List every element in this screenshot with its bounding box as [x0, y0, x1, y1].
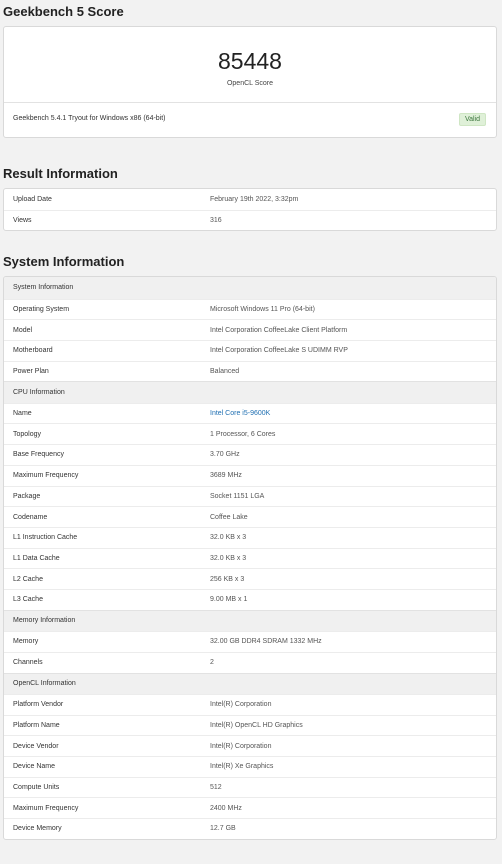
- cpu-name-link[interactable]: Intel Core i5-9600K: [210, 410, 270, 417]
- row-value-maximum-frequency: 3689 MHz: [210, 472, 242, 480]
- valid-badge: Valid: [458, 113, 486, 126]
- system-heading: System Information: [3, 254, 125, 269]
- opencl-score-value: 85448: [218, 48, 282, 74]
- table-row: Name Intel Core i5-9600K: [4, 402, 496, 424]
- section-title: OpenCL Information: [13, 680, 76, 688]
- table-row: Maximum Frequency 2400 MHz: [4, 797, 496, 818]
- section-title: CPU Information: [13, 389, 65, 396]
- row-value-views: 316: [210, 217, 222, 225]
- row-key-upload-date: Upload Date: [13, 195, 52, 203]
- table-row: Motherboard Intel Corporation CoffeeLake …: [4, 339, 496, 361]
- row-key-name: Name: [13, 410, 32, 418]
- row-key-device-vendor: Device Vendor: [13, 742, 59, 750]
- table-row: L1 Instruction Cache 32.0 KB x 3: [4, 526, 496, 548]
- table-row: Platform Vendor Intel(R) Corporation: [4, 694, 496, 715]
- row-value-codename: Coffee Lake: [210, 513, 248, 521]
- result-heading: Result Information: [3, 166, 118, 181]
- row-key-channels: Channels: [13, 659, 43, 667]
- row-value-compute-units: 512: [210, 784, 222, 792]
- row-key-codename: Codename: [13, 513, 48, 521]
- row-value-topology: 1 Processor, 6 Cores: [210, 430, 276, 438]
- row-key-memory: Memory: [13, 638, 39, 646]
- row-key-platform-name: Platform Name: [13, 722, 60, 730]
- row-key-base-frequency: Base Frequency: [13, 451, 64, 459]
- table-row: Compute Units 512: [4, 776, 496, 798]
- row-key-package: Package: [13, 492, 41, 500]
- row-key-platform-vendor: Platform Vendor: [13, 701, 64, 709]
- table-row: Memory 32.00 GB DDR4 SDRAM 1332 MHz: [4, 631, 496, 652]
- row-key-maximum-frequency: Maximum Frequency: [13, 472, 79, 480]
- section-header-memory-information: Memory Information: [4, 609, 496, 632]
- row-value-power-plan: Balanced: [210, 367, 240, 375]
- row-key-l1-instruction-cache: L1 Instruction Cache: [13, 534, 78, 542]
- table-row: Maximum Frequency 3689 MHz: [4, 464, 496, 486]
- row-value-device-name: Intel(R) Xe Graphics: [210, 763, 274, 771]
- table-row: Topology 1 Processor, 6 Cores: [4, 423, 496, 444]
- table-row: Package Socket 1151 LGA: [4, 485, 496, 507]
- section-title: Memory Information: [13, 617, 76, 625]
- row-value-l2-cache: 256 KB x 3: [210, 575, 245, 583]
- row-value-l1-data-cache: 32.0 KB x 3: [210, 554, 247, 562]
- section-header-system-information: System Information: [4, 277, 496, 299]
- row-key-maximum-frequency: Maximum Frequency: [13, 804, 79, 812]
- row-value-base-frequency: 3.70 GHz: [210, 451, 240, 459]
- row-key-model: Model: [13, 326, 33, 334]
- row-value-motherboard: Intel Corporation CoffeeLake S UDIMM RVP: [210, 347, 348, 355]
- table-row: Base Frequency 3.70 GHz: [4, 444, 496, 465]
- row-value-upload-date: February 19th 2022, 3:32pm: [210, 195, 299, 203]
- table-row: Operating System Microsoft Windows 11 Pro…: [4, 298, 496, 320]
- row-value-platform-vendor: Intel(R) Corporation: [210, 701, 272, 709]
- table-row: Channels 2: [4, 651, 496, 673]
- row-key-motherboard: Motherboard: [13, 347, 53, 355]
- table-row: Platform Name Intel(R) OpenCL HD Graphics: [4, 714, 496, 736]
- section-header-opencl-information: OpenCL Information: [4, 672, 496, 694]
- row-value-maximum-frequency: 2400 MHz: [210, 804, 242, 812]
- row-value-model: Intel Corporation CoffeeLake Client Plat…: [210, 326, 348, 334]
- row-key-device-name: Device Name: [13, 763, 56, 771]
- row-value-package: Socket 1151 LGA: [210, 492, 265, 500]
- table-row: Codename Coffee Lake: [4, 506, 496, 527]
- table-row: L2 Cache 256 KB x 3: [4, 568, 496, 589]
- table-row: Device Vendor Intel(R) Corporation: [4, 735, 496, 756]
- row-value-device-memory: 12.7 GB: [210, 825, 236, 833]
- row-value-memory: 32.00 GB DDR4 SDRAM 1332 MHz: [210, 638, 322, 646]
- table-row: Device Memory 12.7 GB: [4, 818, 496, 839]
- row-value-l1-instruction-cache: 32.0 KB x 3: [210, 534, 247, 542]
- table-row: L3 Cache 9.00 MB x 1: [4, 588, 496, 610]
- row-value-device-vendor: Intel(R) Corporation: [210, 742, 272, 750]
- score-panel: 85448 OpenCL Score: [4, 27, 496, 103]
- table-row: Device Name Intel(R) Xe Graphics: [4, 756, 496, 777]
- section-header-cpu-information: CPU Information: [4, 381, 496, 403]
- system-table: System Information Operating System Micros…: [3, 276, 497, 840]
- score-heading: Geekbench 5 Score: [3, 4, 124, 19]
- row-key-views: Views: [13, 217, 32, 225]
- opencl-score-label: OpenCL Score: [226, 80, 274, 87]
- row-key-power-plan: Power Plan: [13, 367, 49, 375]
- row-key-topology: Topology: [13, 430, 42, 438]
- row-value-operating-system: Microsoft Windows 11 Pro (64-bit): [210, 305, 315, 313]
- row-key-device-memory: Device Memory: [13, 825, 62, 833]
- row-value-channels: 2: [210, 659, 214, 667]
- row-value-l3-cache: 9.00 MB x 1: [210, 596, 248, 604]
- result-table: Upload Date February 19th 2022, 3:32pm Vie…: [3, 188, 497, 232]
- table-row: Power Plan Balanced: [4, 360, 496, 382]
- row-key-l2-cache: L2 Cache: [13, 575, 43, 583]
- row-key-compute-units: Compute Units: [13, 784, 60, 792]
- score-card: 85448 OpenCL Score Geekbench 5.4.1 Tryou…: [3, 26, 497, 138]
- version-bar: Geekbench 5.4.1 Tryout for Windows x86 (…: [4, 103, 496, 137]
- row-key-l3-cache: L3 Cache: [13, 596, 43, 604]
- table-row: L1 Data Cache 32.0 KB x 3: [4, 547, 496, 569]
- table-row: Model Intel Corporation CoffeeLake Client…: [4, 319, 496, 340]
- row-key-l1-data-cache: L1 Data Cache: [13, 554, 60, 562]
- table-row: Views 316: [4, 209, 496, 231]
- version-text: Geekbench 5.4.1 Tryout for Windows x86 (…: [13, 115, 166, 122]
- row-key-operating-system: Operating System: [13, 305, 70, 313]
- row-value-platform-name: Intel(R) OpenCL HD Graphics: [210, 722, 303, 730]
- table-row: Upload Date February 19th 2022, 3:32pm: [4, 189, 496, 210]
- section-title: System Information: [13, 284, 74, 292]
